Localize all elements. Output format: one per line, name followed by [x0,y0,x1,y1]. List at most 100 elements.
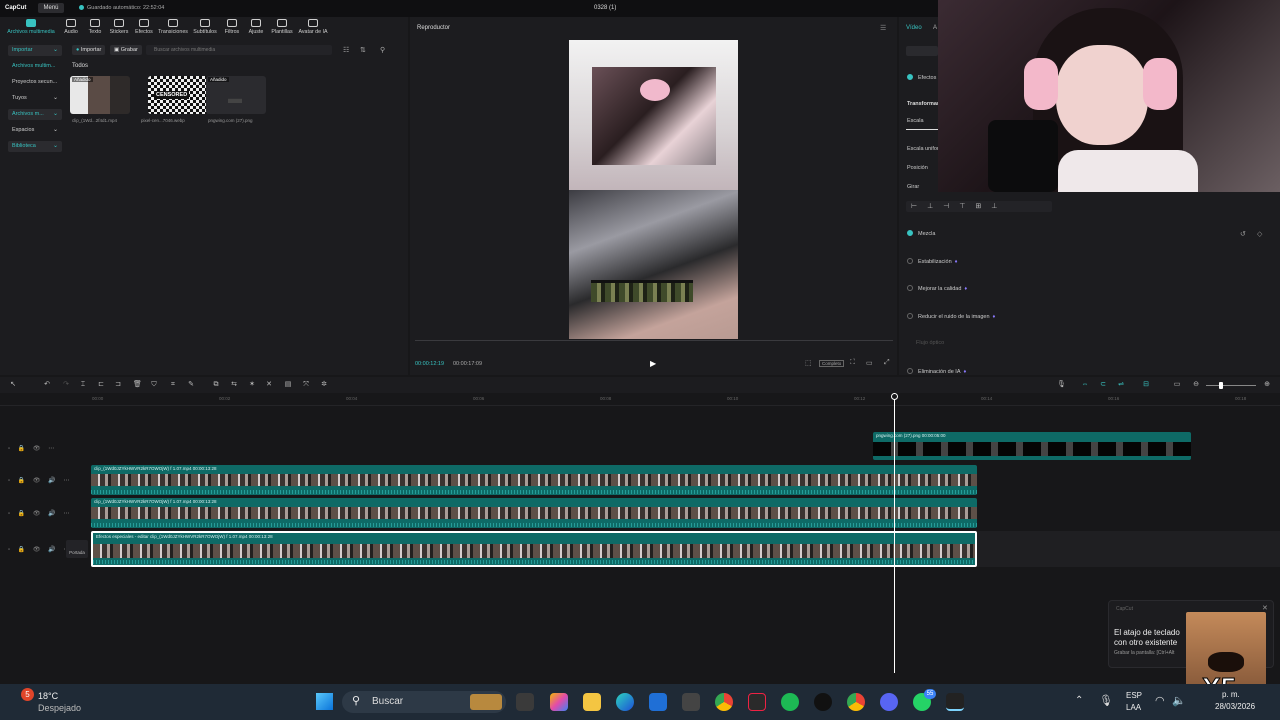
hd-icon[interactable]: ▭ [866,359,873,367]
keyframe-icon[interactable]: ◇ [1257,230,1262,238]
timeline-ruler[interactable] [0,393,1280,406]
copilot-icon[interactable] [550,693,568,711]
toolbar-text[interactable]: Texto [84,19,106,35]
cover-button[interactable]: Portada [66,540,88,558]
toolbar-ai-avatar[interactable]: Avatar de IA [297,19,329,35]
ratio-button[interactable]: Completo [819,360,845,367]
zoom-fit-icon[interactable]: ⛶ [850,359,855,367]
preview-axis-icon[interactable]: ⊟ [1142,381,1150,389]
menu-button[interactable]: Menú [38,3,64,13]
subtab-basic[interactable] [906,46,938,56]
speed-icon[interactable]: ✶ [248,381,256,389]
player-menu-icon[interactable]: ☰ [880,24,886,32]
mic-icon[interactable]: 🎙 [1057,381,1066,389]
media-item-clip[interactable]: Añadido [70,76,130,114]
import-button[interactable]: ● Importar [72,45,106,55]
toggle-icon[interactable] [907,313,913,319]
sort-icon[interactable]: ⇅ [360,46,366,54]
stabilization-row[interactable]: Estabilización ♦ [907,258,957,265]
weather-icon[interactable]: 5 [21,688,34,701]
delete-icon[interactable]: 🗑 [133,381,142,389]
chrome-profile-icon[interactable] [847,693,865,711]
view-toggle-icon[interactable]: ☷ [343,46,349,54]
zoom-slider-handle[interactable] [1219,382,1223,389]
player-progress[interactable] [415,340,893,341]
toggle-icon[interactable] [907,258,913,264]
file-explorer-icon[interactable] [583,693,601,711]
undo-icon[interactable]: ↶ [43,381,51,389]
sidebar-item-media[interactable]: Archivos multim... [8,61,62,72]
toolbar-filters[interactable]: Filtros [221,19,243,35]
enhance-row[interactable]: Mejorar la calidad ♦ [907,285,967,292]
timeline-clip-video[interactable]: clip_(1Wd0JZYkHWVR2kR7OWOjW) f 1.07.mp4 … [91,498,977,528]
mirror-icon[interactable]: ⇆ [230,381,238,389]
toolbar-effects[interactable]: Efectos [132,19,156,35]
mic-tray-icon[interactable]: 🎙 [1099,694,1113,707]
zoom-in-icon[interactable]: ⊕ [1263,381,1271,389]
obs-icon[interactable] [814,693,832,711]
sidebar-item-import[interactable]: Importar [8,45,62,56]
fullscreen-icon[interactable]: ⤢ [884,359,890,367]
lang-code[interactable]: ESP [1126,691,1142,700]
track-controls[interactable]: ▫ 🔒 👁 🔊 ⋯ [8,546,72,553]
filter-icon[interactable]: ⚲ [380,46,385,54]
select-tool-icon[interactable]: ↖ [9,381,17,389]
magic-icon[interactable]: ✕ [265,381,273,389]
lang-layout[interactable]: LAA [1126,703,1141,712]
volume-icon[interactable]: 🔈 [1172,694,1186,707]
reset-icon[interactable]: ↺ [1240,230,1246,238]
toolbar-adjust[interactable]: Ajuste [245,19,267,35]
align-toolbar[interactable]: ⊢⊥⊣⊤⊞⊥ [906,201,1052,212]
scale-slider[interactable] [906,129,938,130]
crop-tool-icon[interactable]: ⌗ [169,381,177,389]
split-right-icon[interactable]: ⊐ [114,381,122,389]
link-icon[interactable]: ⇔ [1081,381,1089,389]
wifi-icon[interactable]: ◠ [1155,694,1165,707]
taskbar-search[interactable]: ⚲ Buscar [342,691,506,713]
frame-icon[interactable]: ▤ [284,381,292,389]
capcut-icon[interactable] [748,693,766,711]
timeline-clip-video[interactable]: clip_(1Wd0JZYkHWVR2kR7OWOjW) f 1.07.mp4 … [91,465,977,495]
media-item-censored[interactable]: CENSORED [148,76,208,114]
timeline-clip-main[interactable]: Efectos especiales - editar clip_(1Wd0JZ… [91,531,977,567]
denoise-row[interactable]: Reducir el ruido de la imagen ♦ [907,313,995,320]
caption-icon[interactable]: ▭ [1173,381,1181,389]
split-left-icon[interactable]: ⊏ [97,381,105,389]
clock-time[interactable]: p. m. [1222,690,1240,699]
spotify-icon[interactable] [781,693,799,711]
tab-video[interactable]: Vídeo [906,25,922,31]
split-icon[interactable]: ⌶ [79,381,87,389]
toggle-icon[interactable] [907,368,913,374]
discord-icon[interactable] [880,693,898,711]
shield-icon[interactable]: ⛉ [150,381,158,389]
sidebar-item-library[interactable]: Biblioteca [8,141,62,152]
zoom-slider[interactable] [1206,385,1256,386]
zoom-out-icon[interactable]: ⊖ [1192,381,1200,389]
sparkle-icon[interactable]: ✲ [320,381,328,389]
crop-icon[interactable]: ⬚ [805,359,812,367]
playhead-handle[interactable] [891,393,898,400]
windows-start-icon[interactable] [316,693,333,710]
toolbar-media[interactable]: Archivos multimedia [4,19,58,35]
tab-audio[interactable]: A [933,25,937,31]
toolbar-transitions[interactable]: Transiciones [157,19,189,35]
sidebar-item-spaces[interactable]: Espacios [8,125,62,136]
toolbar-stickers[interactable]: Stickers [107,19,131,35]
media-item-png[interactable]: Añadido ▬ [206,76,266,114]
sidebar-item-files[interactable]: Archivos m... [8,109,62,120]
playhead[interactable] [894,393,895,673]
track-controls[interactable]: ▫ 🔒 👁 🔊 ⋯ [8,510,72,517]
track-controls[interactable]: ▫ 🔒 👁 🔊 ⋯ [8,477,72,484]
draw-icon[interactable]: ✎ [187,381,195,389]
clock-date[interactable]: 28/03/2026 [1215,702,1255,711]
snap-icon[interactable]: ⇌ [1117,381,1125,389]
sidebar-item-yours[interactable]: Tuyos [8,93,62,104]
track-controls[interactable]: ▫ 🔒 👁 ⋯ [8,445,57,452]
record-button[interactable]: ▣ Grabar [110,45,142,55]
sidebar-item-secondary-projects[interactable]: Proyectos secun... [8,77,62,88]
app-icon[interactable] [682,693,700,711]
timeline-clip-png[interactable]: pngwing.com (27).png 00:00:05:00 [873,432,1191,460]
close-icon[interactable]: ✕ [1262,604,1268,612]
toggle-icon[interactable] [907,230,913,236]
edge-icon[interactable] [616,693,634,711]
